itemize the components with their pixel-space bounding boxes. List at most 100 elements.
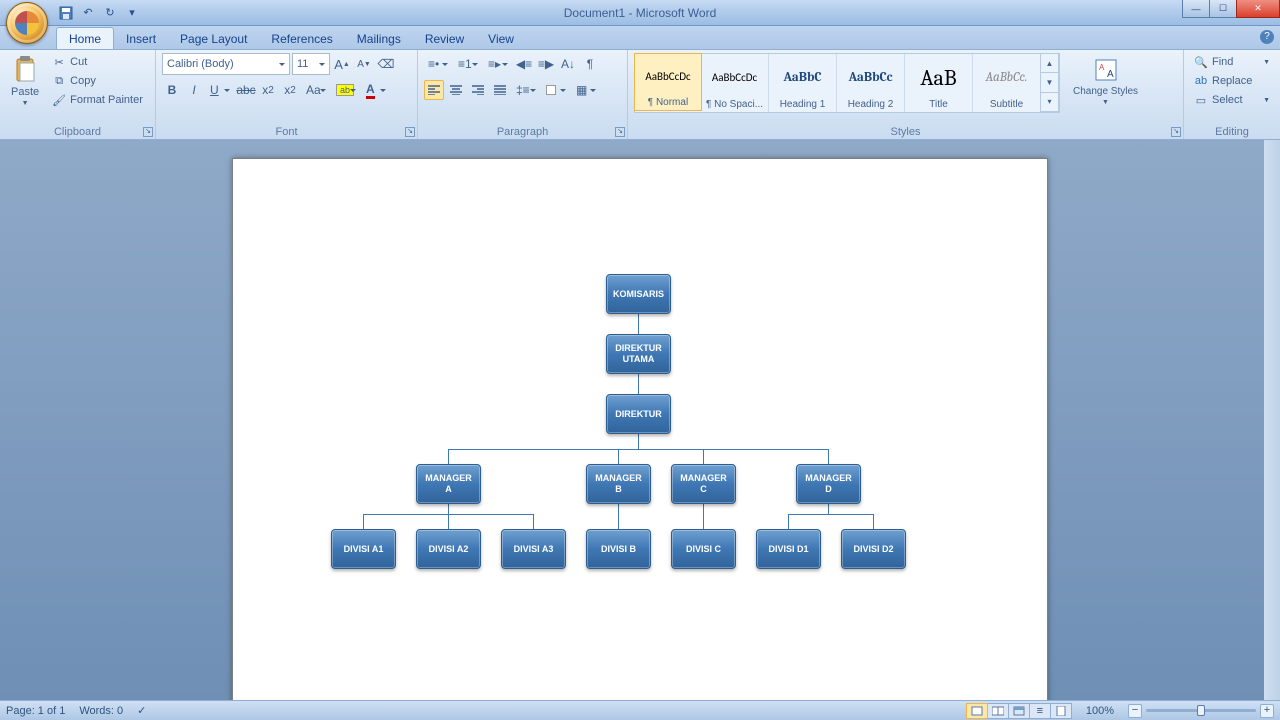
org-chart[interactable]: KOMISARIS DIREKTUR UTAMA DIREKTUR MANAGE… — [333, 274, 943, 594]
office-button[interactable] — [6, 2, 48, 44]
styles-gallery-scroll[interactable]: ▲▼▾ — [1041, 54, 1059, 112]
show-marks-button[interactable]: ¶ — [580, 54, 600, 74]
window-title: Document1 - Microsoft Word — [564, 6, 717, 20]
strikethrough-button[interactable]: abc — [236, 80, 256, 100]
minimize-button[interactable]: — — [1182, 0, 1210, 18]
subscript-button[interactable]: x2 — [258, 80, 278, 100]
node-manager-d[interactable]: MANAGER D — [796, 464, 861, 504]
web-layout-view-button[interactable] — [1008, 703, 1030, 719]
zoom-out-button[interactable]: − — [1128, 704, 1142, 718]
clipboard-dialog-launcher[interactable]: ↘ — [143, 127, 153, 137]
document-page[interactable]: KOMISARIS DIREKTUR UTAMA DIREKTUR MANAGE… — [232, 158, 1048, 700]
node-manager-c[interactable]: MANAGER C — [671, 464, 736, 504]
font-size-combo[interactable]: 11 — [292, 53, 330, 75]
tab-references[interactable]: References — [259, 28, 344, 49]
spellcheck-icon[interactable]: ✓ — [137, 704, 146, 717]
node-direktur[interactable]: DIREKTUR — [606, 394, 671, 434]
line-spacing-button[interactable]: ‡≡ — [512, 80, 540, 100]
underline-button[interactable]: U — [206, 80, 234, 100]
styles-group-label: Styles — [634, 124, 1177, 139]
paste-button[interactable]: Paste ▼ — [6, 53, 44, 110]
undo-button[interactable]: ↶ — [78, 3, 98, 23]
select-button[interactable]: ▭Select ▼ — [1190, 91, 1274, 109]
styles-gallery: AaBbCcDc¶ Normal AaBbCcDc¶ No Spaci... A… — [634, 53, 1060, 113]
maximize-button[interactable]: ☐ — [1209, 0, 1237, 18]
style-heading-2[interactable]: AaBbCcHeading 2 — [837, 54, 905, 112]
sort-button[interactable]: A↓ — [558, 54, 578, 74]
status-page[interactable]: Page: 1 of 1 — [6, 705, 65, 717]
node-komisaris[interactable]: KOMISARIS — [606, 274, 671, 314]
save-button[interactable] — [56, 3, 76, 23]
justify-button[interactable] — [490, 80, 510, 100]
find-button[interactable]: 🔍Find ▼ — [1190, 53, 1274, 71]
node-divisi-d2[interactable]: DIVISI D2 — [841, 529, 906, 569]
status-words[interactable]: Words: 0 — [79, 705, 123, 717]
paragraph-dialog-launcher[interactable]: ↘ — [615, 127, 625, 137]
multilevel-list-button[interactable]: ≡▸ — [484, 54, 512, 74]
style-heading-1[interactable]: AaBbCHeading 1 — [769, 54, 837, 112]
bold-button[interactable]: B — [162, 80, 182, 100]
format-painter-button[interactable]: 🖌Format Painter — [48, 91, 147, 109]
vertical-scrollbar[interactable] — [1264, 140, 1280, 700]
clipboard-group-label: Clipboard — [6, 124, 149, 139]
qat-customize-button[interactable]: ▾ — [122, 3, 142, 23]
svg-text:A: A — [1099, 63, 1105, 72]
superscript-button[interactable]: x2 — [280, 80, 300, 100]
node-divisi-a2[interactable]: DIVISI A2 — [416, 529, 481, 569]
print-layout-view-button[interactable] — [966, 703, 988, 719]
bullets-button[interactable]: ≡• — [424, 54, 452, 74]
zoom-level[interactable]: 100% — [1086, 705, 1114, 717]
replace-button[interactable]: abReplace — [1190, 72, 1274, 90]
change-styles-button[interactable]: AA Change Styles▼ — [1068, 53, 1143, 109]
styles-dialog-launcher[interactable]: ↘ — [1171, 127, 1181, 137]
tab-insert[interactable]: Insert — [114, 28, 168, 49]
node-direktur-utama[interactable]: DIREKTUR UTAMA — [606, 334, 671, 374]
help-icon[interactable]: ? — [1260, 30, 1274, 44]
shrink-font-button[interactable]: A▼ — [354, 54, 374, 74]
node-divisi-d1[interactable]: DIVISI D1 — [756, 529, 821, 569]
select-label: Select — [1212, 94, 1243, 106]
close-button[interactable]: ✕ — [1236, 0, 1280, 18]
numbering-button[interactable]: ≡1 — [454, 54, 482, 74]
draft-view-button[interactable] — [1050, 703, 1072, 719]
copy-button[interactable]: ⧉Copy — [48, 72, 147, 90]
borders-button[interactable]: ▦ — [572, 80, 600, 100]
font-color-button[interactable]: A — [362, 80, 390, 100]
node-divisi-c[interactable]: DIVISI C — [671, 529, 736, 569]
node-divisi-a1[interactable]: DIVISI A1 — [331, 529, 396, 569]
group-paragraph: ≡• ≡1 ≡▸ ◀≡ ≡▶ A↓ ¶ ‡≡ ▦ — [418, 50, 628, 139]
highlight-button[interactable]: ab — [332, 80, 360, 100]
style-normal[interactable]: AaBbCcDc¶ Normal — [634, 53, 702, 111]
grow-font-button[interactable]: A▲ — [332, 54, 352, 74]
clear-formatting-button[interactable]: ⌫ — [376, 54, 396, 74]
align-right-button[interactable] — [468, 80, 488, 100]
italic-button[interactable]: I — [184, 80, 204, 100]
node-manager-a[interactable]: MANAGER A — [416, 464, 481, 504]
zoom-in-button[interactable]: + — [1260, 704, 1274, 718]
cut-button[interactable]: ✂Cut — [48, 53, 147, 71]
tab-review[interactable]: Review — [413, 28, 476, 49]
align-center-button[interactable] — [446, 80, 466, 100]
tab-page-layout[interactable]: Page Layout — [168, 28, 259, 49]
tab-mailings[interactable]: Mailings — [345, 28, 413, 49]
increase-indent-button[interactable]: ≡▶ — [536, 54, 556, 74]
full-screen-view-button[interactable] — [987, 703, 1009, 719]
style-label: Heading 1 — [780, 99, 826, 110]
redo-button[interactable]: ↻ — [100, 3, 120, 23]
style-no-spacing[interactable]: AaBbCcDc¶ No Spaci... — [701, 54, 769, 112]
tab-home[interactable]: Home — [56, 27, 114, 49]
outline-view-button[interactable]: ≡ — [1029, 703, 1051, 719]
shading-button[interactable] — [542, 80, 570, 100]
style-subtitle[interactable]: AaBbCc.Subtitle — [973, 54, 1041, 112]
font-dialog-launcher[interactable]: ↘ — [405, 127, 415, 137]
style-title[interactable]: AaBTitle — [905, 54, 973, 112]
zoom-slider[interactable] — [1146, 709, 1256, 712]
node-manager-b[interactable]: MANAGER B — [586, 464, 651, 504]
decrease-indent-button[interactable]: ◀≡ — [514, 54, 534, 74]
node-divisi-a3[interactable]: DIVISI A3 — [501, 529, 566, 569]
node-divisi-b[interactable]: DIVISI B — [586, 529, 651, 569]
align-left-button[interactable] — [424, 80, 444, 100]
change-case-button[interactable]: Aa — [302, 80, 330, 100]
tab-view[interactable]: View — [476, 28, 526, 49]
font-name-combo[interactable]: Calibri (Body) — [162, 53, 290, 75]
